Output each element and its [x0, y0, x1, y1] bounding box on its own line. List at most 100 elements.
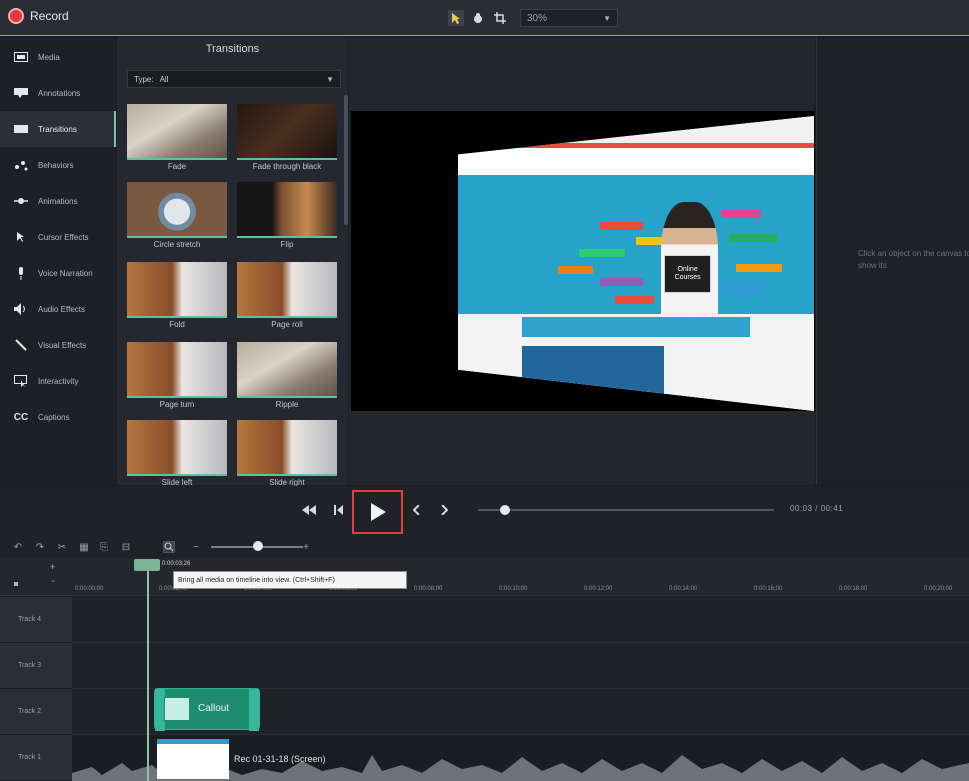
sidebar-item-annotations[interactable]: Annotations: [0, 75, 116, 111]
track-header-3[interactable]: Track 3: [0, 643, 72, 689]
record-label: Record: [30, 9, 69, 23]
arrow-select-icon[interactable]: [448, 10, 464, 26]
website-nav-strip: [522, 316, 750, 338]
record-icon: [8, 8, 24, 24]
play-icon: [370, 503, 386, 521]
playback-scrubber[interactable]: [478, 509, 774, 511]
time-readout: 00:03 / 00:41: [790, 504, 844, 513]
sidebar-item-behaviors[interactable]: Behaviors: [0, 147, 116, 183]
pan-hand-icon[interactable]: [470, 10, 486, 26]
split-icon[interactable]: ⊟: [120, 541, 132, 553]
sidebar-item-label: Transitions: [38, 124, 77, 134]
previous-clip-button[interactable]: [409, 502, 425, 518]
chevron-left-icon: [413, 505, 420, 515]
sidebar-item-label: Visual Effects: [38, 340, 87, 350]
add-track-icon[interactable]: +: [50, 562, 58, 572]
transition-thumb-flip[interactable]: [237, 182, 337, 238]
scrubber-handle[interactable]: [500, 505, 510, 515]
ruler-tick: 0:00:14;00: [669, 586, 698, 592]
clip-right-handle[interactable]: [249, 689, 259, 731]
sidebar-item-label: Media: [38, 52, 60, 62]
transition-label: Page roll: [271, 320, 303, 329]
record-button[interactable]: Record: [8, 8, 69, 24]
magnifier-icon: [164, 542, 174, 552]
next-clip-button[interactable]: [436, 502, 452, 518]
transition-thumb-fade-through-black[interactable]: [237, 104, 337, 160]
rewind-button[interactable]: [300, 502, 318, 518]
paste-icon[interactable]: ⎘: [98, 541, 110, 553]
sidebar-item-label: Cursor Effects: [38, 232, 89, 242]
sidebar-item-media[interactable]: Media: [0, 39, 116, 75]
transition-label: Ripple: [275, 400, 299, 409]
microphone-icon: [14, 266, 28, 280]
sidebar-item-label: Behaviors: [38, 160, 74, 170]
timeline-zoom-handle[interactable]: [253, 541, 263, 551]
zoom-out-icon[interactable]: −: [190, 541, 202, 553]
track-header-1[interactable]: Track 1: [0, 735, 72, 781]
transition-thumb-page-turn[interactable]: [127, 342, 227, 398]
wand-icon: [14, 339, 28, 351]
sidebar-item-label: Audio Effects: [38, 304, 85, 314]
ruler-tick: 0:00:10;00: [499, 586, 528, 592]
track-label: Track 3: [18, 662, 42, 669]
crop-icon[interactable]: [492, 10, 508, 26]
sidebar-item-visual-effects[interactable]: Visual Effects: [0, 327, 116, 363]
screen-recording-media[interactable]: Online Courses: [458, 116, 814, 411]
sidebar-item-animations[interactable]: Animations: [0, 183, 116, 219]
word-tag: [735, 263, 782, 272]
sidebar-item-voice-narration[interactable]: Voice Narration: [0, 255, 116, 291]
track-lane-4[interactable]: [72, 597, 969, 643]
transition-label: Fold: [169, 320, 185, 329]
panel-title: Transitions: [205, 43, 260, 55]
playhead-handle[interactable]: [134, 559, 160, 571]
zoom-dropdown[interactable]: 30% ▼: [520, 9, 618, 27]
behaviors-icon: [14, 159, 28, 171]
step-back-button[interactable]: [332, 502, 350, 518]
copy-icon[interactable]: ▦: [78, 541, 90, 553]
ruler-tick: 0:00:08;00: [414, 586, 443, 592]
callout-icon: [164, 697, 190, 721]
type-filter-dropdown[interactable]: Type: All ▼: [127, 70, 341, 88]
sidebar-item-audio-effects[interactable]: Audio Effects: [0, 291, 116, 327]
undo-icon[interactable]: ↶: [12, 541, 24, 553]
redo-icon[interactable]: ↷: [34, 541, 46, 553]
type-value: All: [159, 74, 169, 84]
chevron-down-icon[interactable]: ⌄: [50, 576, 58, 584]
zoom-to-fit-button[interactable]: [163, 541, 175, 553]
sidebar-item-cursor-effects[interactable]: Cursor Effects: [0, 219, 116, 255]
play-button[interactable]: [352, 490, 403, 534]
transition-thumb-ripple[interactable]: [237, 342, 337, 398]
zoom-in-icon[interactable]: +: [300, 541, 312, 553]
playhead-line[interactable]: [147, 571, 149, 781]
sidebar-item-captions[interactable]: CC Captions: [0, 399, 116, 435]
track-header-4[interactable]: Track 4: [0, 597, 72, 643]
track-lane-3[interactable]: [72, 643, 969, 689]
word-tag: [600, 222, 644, 231]
cut-icon[interactable]: ✂: [56, 541, 68, 553]
cc-icon: CC: [13, 411, 29, 423]
screen-clip-thumbnail[interactable]: [157, 739, 229, 779]
transition-thumb-slide-right[interactable]: [237, 420, 337, 476]
ruler-tick: 0:00:20;00: [924, 586, 953, 592]
sidebar-item-transitions[interactable]: Transitions: [0, 111, 116, 147]
callout-label: Callout: [198, 703, 230, 714]
transition-label: Fade through black: [252, 162, 322, 171]
transition-label: Page turn: [159, 400, 195, 409]
ruler-tick: 0:00:00;00: [75, 586, 104, 592]
track-label: Track 2: [18, 708, 42, 715]
sidebar-item-label: Annotations: [38, 88, 81, 98]
transition-thumb-page-roll[interactable]: [237, 262, 337, 318]
transition-thumb-fold[interactable]: [127, 262, 227, 318]
panel-scrollbar[interactable]: [344, 95, 348, 225]
transition-thumb-fade[interactable]: [127, 104, 227, 160]
transition-thumb-circle-stretch[interactable]: [127, 182, 227, 238]
chevron-right-icon: [441, 505, 448, 515]
ruler-tick: 0:00:12;00: [584, 586, 613, 592]
sidebar-item-interactivity[interactable]: Interactivity: [0, 363, 116, 399]
transition-thumb-slide-left[interactable]: [127, 420, 227, 476]
word-tag: [614, 295, 654, 304]
transition-label: Flip: [280, 240, 294, 249]
track-header-2[interactable]: Track 2: [0, 689, 72, 735]
ruler-tick: 0:00:18;00: [839, 586, 868, 592]
presenter-sign: Online Courses: [664, 254, 711, 293]
